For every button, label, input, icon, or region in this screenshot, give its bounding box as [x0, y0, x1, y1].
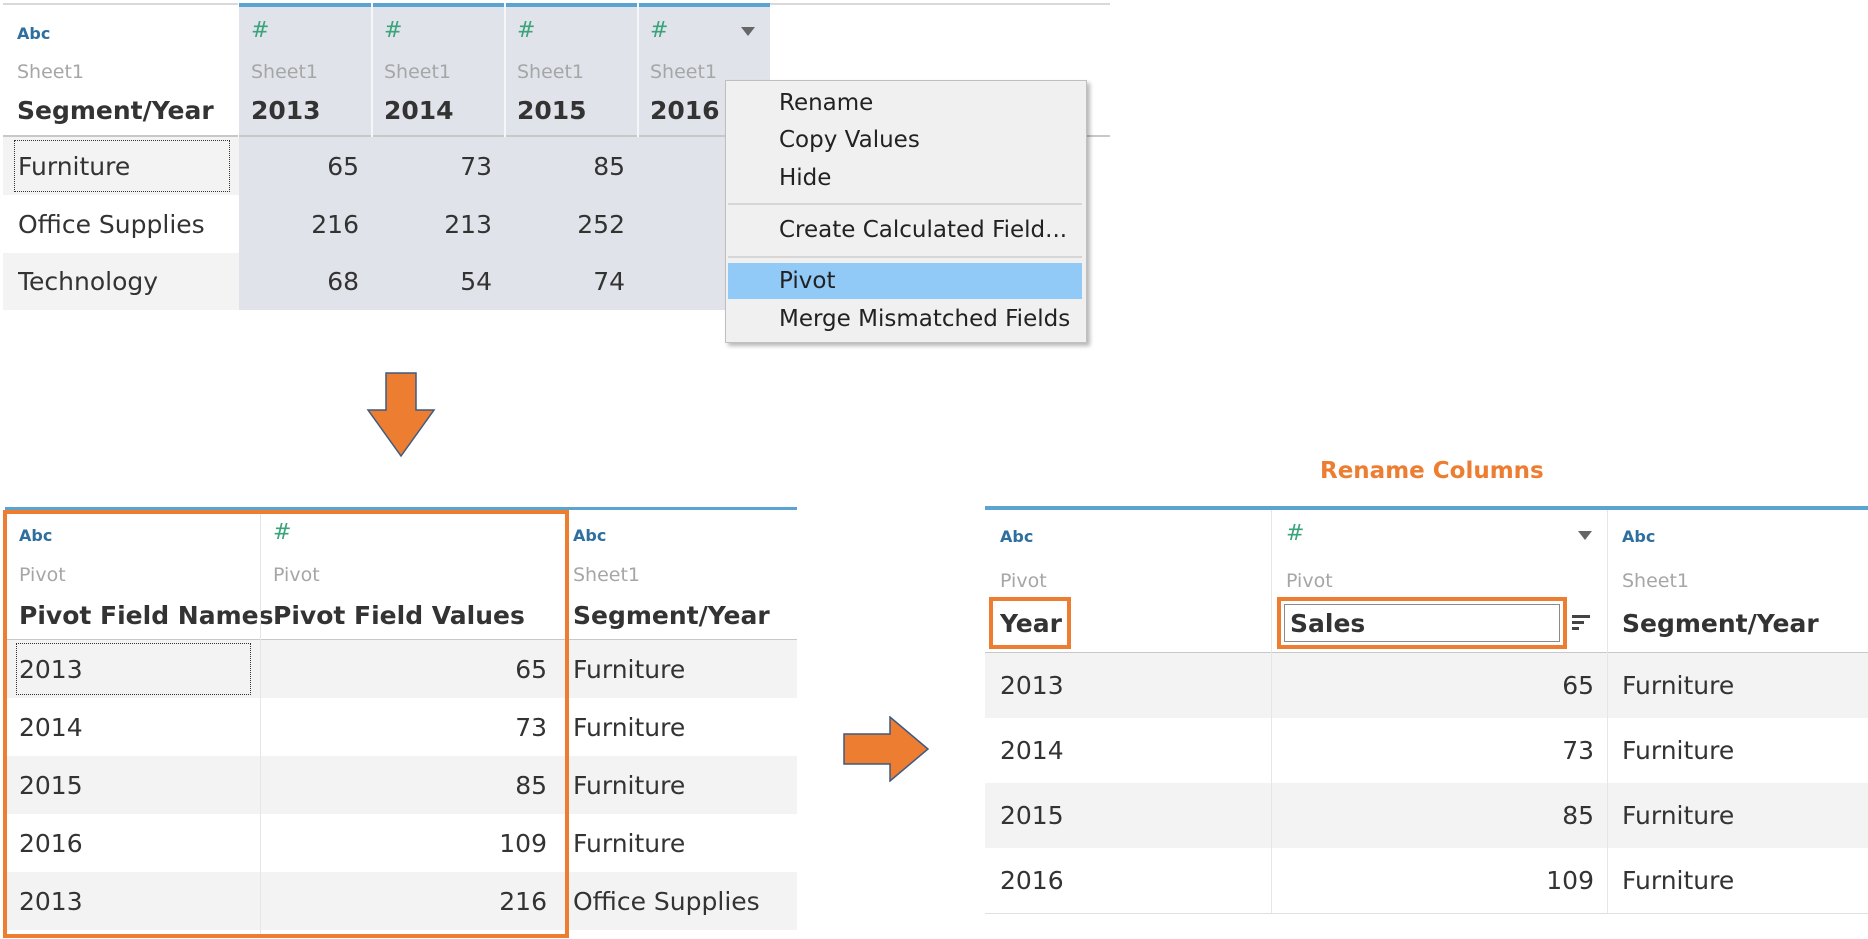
row-label[interactable]: Office Supplies — [18, 195, 205, 253]
string-type-icon: Abc — [1622, 527, 1656, 546]
column-name: Segment/Year — [573, 601, 770, 630]
number-type-icon: # — [251, 18, 270, 43]
sort-icon[interactable] — [1570, 614, 1592, 632]
column-context-menu: Rename Copy Values Hide Create Calculate… — [725, 80, 1087, 343]
column-source: Sheet1 — [573, 564, 641, 586]
year-cell[interactable]: 2014 — [1000, 718, 1064, 783]
column-source: Sheet1 — [517, 61, 585, 83]
sales-cell[interactable]: 65 — [1272, 653, 1594, 718]
menu-item-copy-values[interactable]: Copy Values — [728, 122, 1082, 158]
segment-cell[interactable]: Office Supplies — [573, 872, 760, 930]
segment-cell[interactable]: Furniture — [573, 698, 685, 756]
menu-item-create-calculated-field[interactable]: Create Calculated Field... — [728, 212, 1082, 248]
string-type-icon: Abc — [17, 24, 51, 43]
arrow-down-icon — [366, 372, 436, 458]
column-name: Year — [1000, 609, 1062, 638]
column-name-edit-field[interactable]: Sales — [1284, 604, 1560, 642]
column-source: Sheet1 — [384, 61, 452, 83]
column-source: Sheet1 — [650, 61, 718, 83]
segment-cell[interactable]: Furniture — [1622, 653, 1734, 718]
menu-separator — [728, 256, 1082, 258]
column-name: 2014 — [384, 96, 454, 125]
column-name: Segment/Year — [17, 96, 214, 125]
segment-cell[interactable]: Furniture — [1622, 783, 1734, 848]
string-type-icon: Abc — [1000, 527, 1034, 546]
arrow-right-icon — [843, 716, 930, 782]
year-cell[interactable]: 2015 — [1000, 783, 1064, 848]
value-cell[interactable]: 65 — [239, 137, 359, 195]
column-menu-dropdown-icon[interactable] — [741, 27, 755, 36]
value-cell[interactable]: 73 — [372, 137, 492, 195]
column-source: Sheet1 — [17, 61, 85, 83]
value-cell[interactable]: 74 — [505, 253, 625, 310]
segment-cell[interactable]: Furniture — [1622, 718, 1734, 783]
sales-cell[interactable]: 85 — [1272, 783, 1594, 848]
sales-cell[interactable]: 109 — [1272, 848, 1594, 913]
number-type-icon: # — [650, 18, 669, 43]
column-name: 2016 — [650, 96, 720, 125]
value-cell[interactable]: 213 — [372, 195, 492, 253]
segment-cell[interactable]: Furniture — [573, 814, 685, 872]
segment-cell[interactable]: Furniture — [573, 640, 685, 698]
value-cell[interactable]: 68 — [239, 253, 359, 310]
column-name: 2013 — [251, 96, 321, 125]
pivot-columns-highlight — [3, 510, 569, 938]
value-cell[interactable]: 216 — [239, 195, 359, 253]
number-type-icon: # — [517, 18, 536, 43]
column-source: Sheet1 — [1622, 570, 1690, 592]
row-label[interactable]: Furniture — [18, 137, 130, 195]
row-label[interactable]: Technology — [18, 253, 158, 310]
sales-cell[interactable]: 73 — [1272, 718, 1594, 783]
column-source: Pivot — [1286, 570, 1333, 592]
column-source: Sheet1 — [251, 61, 319, 83]
menu-item-merge-mismatched-fields[interactable]: Merge Mismatched Fields — [728, 301, 1082, 337]
value-cell[interactable]: 252 — [505, 195, 625, 253]
number-type-icon: # — [384, 18, 403, 43]
column-menu-dropdown-icon[interactable] — [1578, 531, 1592, 540]
pivot-result-table: Abc Pivot Pivot Field Names # Pivot Pivo… — [0, 500, 800, 939]
segment-cell[interactable]: Furniture — [1622, 848, 1734, 913]
renamed-table: Abc Pivot Year # Pivot Sales Abc Sheet1 … — [985, 500, 1868, 920]
year-cell[interactable]: 2013 — [1000, 653, 1064, 718]
menu-item-rename[interactable]: Rename — [728, 85, 1082, 121]
menu-item-hide[interactable]: Hide — [728, 160, 1082, 196]
menu-item-pivot[interactable]: Pivot — [728, 263, 1082, 299]
string-type-icon: Abc — [573, 526, 607, 545]
number-type-icon: # — [1286, 521, 1305, 546]
column-name: 2015 — [517, 96, 587, 125]
year-cell[interactable]: 2016 — [1000, 848, 1064, 913]
column-name: Segment/Year — [1622, 609, 1819, 638]
segment-cell[interactable]: Furniture — [573, 756, 685, 814]
column-source: Pivot — [1000, 570, 1047, 592]
value-cell[interactable]: 85 — [505, 137, 625, 195]
menu-separator — [728, 203, 1082, 205]
rename-columns-title: Rename Columns — [1320, 458, 1544, 484]
value-cell[interactable]: 54 — [372, 253, 492, 310]
